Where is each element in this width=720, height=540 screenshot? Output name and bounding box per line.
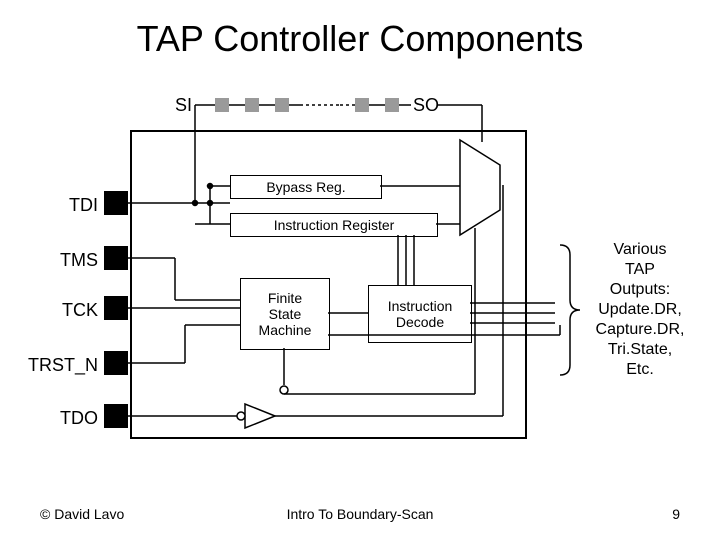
txt: Tri.State, bbox=[585, 340, 695, 360]
txt: Capture.DR, bbox=[585, 320, 695, 340]
label-tms: TMS bbox=[28, 250, 98, 271]
txt: Outputs: bbox=[585, 280, 695, 300]
bsc-cell bbox=[355, 98, 369, 112]
fsm-label: Finite State Machine bbox=[259, 290, 312, 338]
txt: Etc. bbox=[585, 360, 695, 380]
txt: TAP bbox=[585, 260, 695, 280]
txt: Decode bbox=[388, 314, 453, 330]
label-so: SO bbox=[413, 95, 439, 116]
instruction-register: Instruction Register bbox=[230, 213, 438, 237]
instruction-decode: Instruction Decode bbox=[368, 285, 472, 343]
slide-title: TAP Controller Components bbox=[0, 18, 720, 60]
label-si: SI bbox=[175, 95, 192, 116]
txt: Machine bbox=[259, 322, 312, 338]
footer-title: Intro To Boundary-Scan bbox=[0, 506, 720, 522]
outputs-note: Various TAP Outputs: Update.DR, Capture.… bbox=[585, 240, 695, 380]
label-tdo: TDO bbox=[28, 408, 98, 429]
pad-tdo bbox=[104, 404, 128, 428]
bsc-cell bbox=[245, 98, 259, 112]
bsc-cell bbox=[215, 98, 229, 112]
label-tdi: TDI bbox=[28, 195, 98, 216]
txt: Update.DR, bbox=[585, 300, 695, 320]
txt: Instruction bbox=[388, 298, 453, 314]
idec-label: Instruction Decode bbox=[388, 298, 453, 330]
bsc-cell bbox=[275, 98, 289, 112]
txt: Finite bbox=[259, 290, 312, 306]
pad-tms bbox=[104, 246, 128, 270]
label-trstn: TRST_N bbox=[28, 355, 98, 376]
bypass-register: Bypass Reg. bbox=[230, 175, 382, 199]
finite-state-machine: Finite State Machine bbox=[240, 278, 330, 350]
bypass-register-label: Bypass Reg. bbox=[266, 179, 345, 195]
label-tck: TCK bbox=[28, 300, 98, 321]
footer-page-number: 9 bbox=[672, 506, 680, 522]
txt: State bbox=[259, 306, 312, 322]
txt: Various bbox=[585, 240, 695, 260]
pad-tdi bbox=[104, 191, 128, 215]
bsc-cell bbox=[385, 98, 399, 112]
pad-tck bbox=[104, 296, 128, 320]
pad-trstn bbox=[104, 351, 128, 375]
instruction-register-label: Instruction Register bbox=[274, 217, 395, 233]
